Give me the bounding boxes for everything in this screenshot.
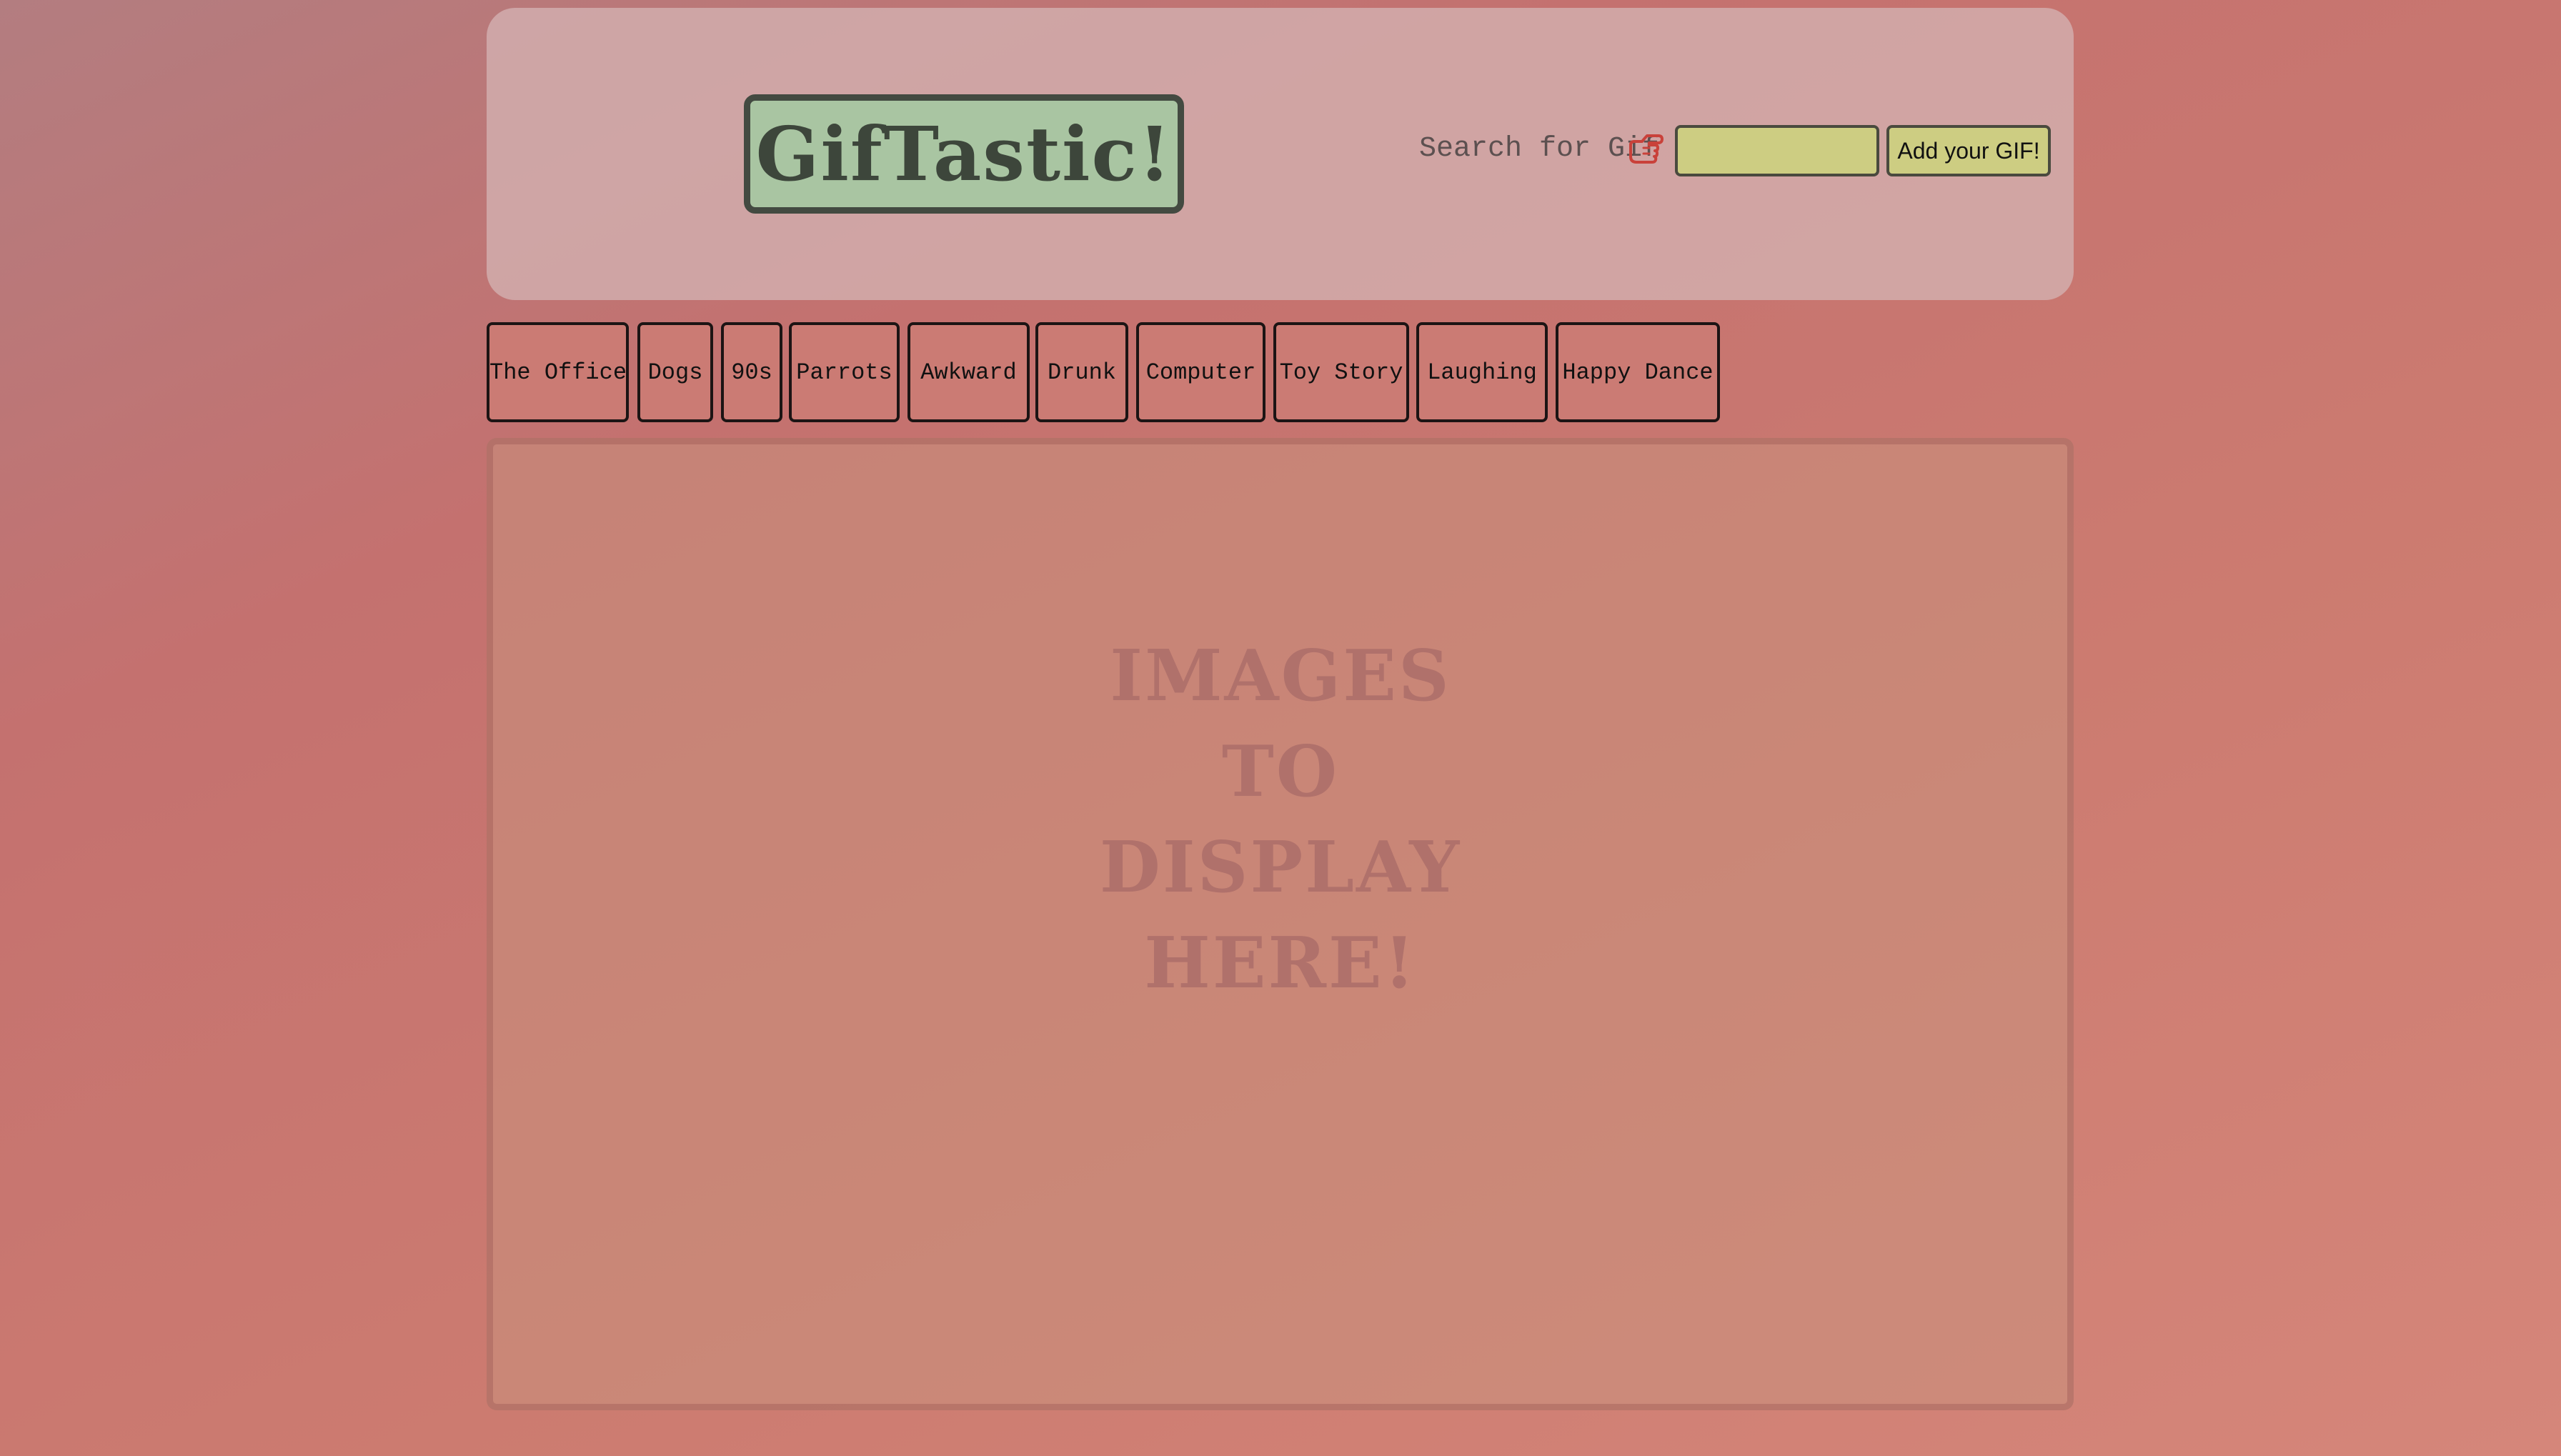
placeholder-line: IMAGES	[1110, 635, 1451, 717]
pointing-hand-icon	[1629, 134, 1664, 164]
logo-text: GifTastic!	[755, 110, 1173, 198]
topic-button-toy-story[interactable]: Toy Story	[1273, 322, 1409, 422]
placeholder-line: HERE!	[1144, 922, 1417, 1004]
topic-button-90s[interactable]: 90s	[721, 322, 782, 422]
placeholder-line: TO	[1221, 731, 1340, 813]
search-label: Search for Gif	[1419, 133, 1660, 165]
topic-button-happy-dance[interactable]: Happy Dance	[1556, 322, 1720, 422]
add-gif-button[interactable]: Add your GIF!	[1886, 125, 2051, 176]
topic-button-awkward[interactable]: Awkward	[907, 322, 1030, 422]
placeholder-line: DISPLAY	[1099, 827, 1462, 909]
topic-button-dogs[interactable]: Dogs	[637, 322, 713, 422]
search-input[interactable]	[1675, 125, 1879, 176]
topic-button-computer[interactable]: Computer	[1136, 322, 1265, 422]
topic-button-drunk[interactable]: Drunk	[1035, 322, 1128, 422]
topic-button-parrots[interactable]: Parrots	[789, 322, 900, 422]
display-placeholder: IMAGES TO DISPLAY HERE!	[0, 629, 2561, 1012]
site-logo: GifTastic!	[744, 94, 1184, 214]
topic-button-laughing[interactable]: Laughing	[1416, 322, 1548, 422]
topic-button-the-office[interactable]: The Office	[487, 322, 629, 422]
